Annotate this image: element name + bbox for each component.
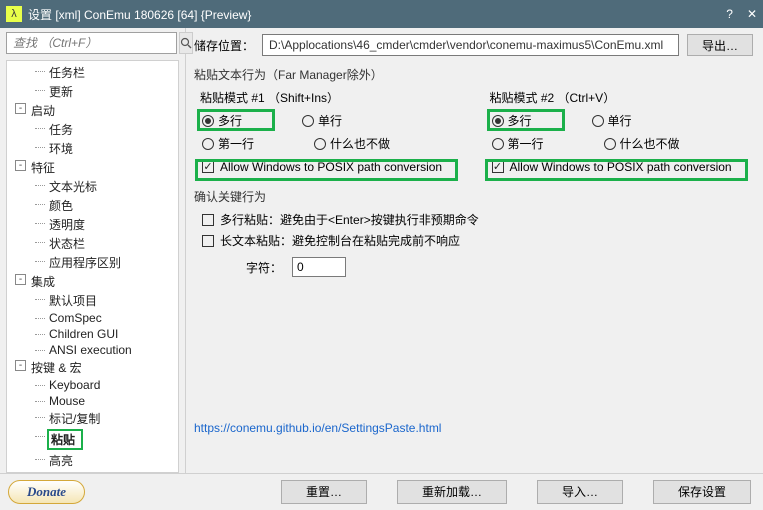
mode1-single-radio[interactable]: 单行	[302, 112, 342, 129]
mode2-single-radio[interactable]: 单行	[592, 112, 632, 129]
tree-item[interactable]: -启动	[7, 101, 178, 120]
tree-item[interactable]: 更新	[7, 82, 178, 101]
tree-expander[interactable]: -	[15, 360, 26, 371]
tree-item[interactable]: 环境	[7, 139, 178, 158]
tree-item[interactable]: Children GUI	[7, 326, 178, 342]
tree-expander[interactable]: -	[15, 274, 26, 285]
app-icon: λ	[6, 6, 22, 22]
tree-item-label: 任务	[49, 123, 73, 137]
titlebar: λ 设置 [xml] ConEmu 180626 [64] {Preview} …	[0, 0, 763, 28]
tree-item[interactable]: 默认项目	[7, 291, 178, 310]
tree-item[interactable]: -按键 & 宏	[7, 358, 178, 377]
tree-expander[interactable]: -	[15, 160, 26, 171]
tree-item-label: 环境	[49, 142, 73, 156]
window-title: 设置 [xml] ConEmu 180626 [64] {Preview}	[28, 6, 251, 23]
tree-item[interactable]: 任务	[7, 120, 178, 139]
tree-item[interactable]: 高亮	[7, 451, 178, 470]
mode1-title: 粘贴模式 #1 （Shift+Ins）	[200, 89, 466, 106]
confirm-title: 确认关键行为	[194, 188, 755, 205]
tree-item-label: 集成	[31, 275, 55, 289]
tree-item-label: 粘贴	[47, 429, 83, 450]
tree-item-label: ComSpec	[49, 311, 102, 325]
tree-item-label: Children GUI	[49, 327, 118, 341]
tree-item[interactable]: ANSI execution	[7, 342, 178, 358]
mode2-posix-checkbox[interactable]: Allow Windows to POSIX path conversion	[492, 160, 756, 174]
settings-tree[interactable]: 任务栏更新-启动任务环境-特征文本光标颜色透明度状态栏应用程序区别-集成默认项目…	[6, 60, 179, 473]
close-button[interactable]: ✕	[747, 7, 757, 21]
tree-item[interactable]: 粘贴	[7, 428, 178, 451]
tree-item[interactable]: Keyboard	[7, 377, 178, 393]
mode2-title: 粘贴模式 #2 （Ctrl+V）	[490, 89, 756, 106]
tree-expander[interactable]: -	[15, 103, 26, 114]
mode1-multi-radio[interactable]: 多行	[202, 112, 242, 129]
tree-item[interactable]: -集成	[7, 272, 178, 291]
search-input[interactable]	[6, 32, 177, 54]
storage-label: 储存位置：	[194, 37, 254, 54]
confirm-long-checkbox[interactable]: 长文本粘贴：避免控制台在粘贴完成前不响应	[202, 232, 755, 249]
mode1-posix-checkbox[interactable]: Allow Windows to POSIX path conversion	[202, 160, 466, 174]
import-button[interactable]: 导入…	[537, 480, 623, 504]
help-button[interactable]: ?	[726, 7, 733, 21]
chars-label: 字符：	[246, 259, 282, 276]
tree-item-label: 颜色	[49, 199, 73, 213]
main-panel: 储存位置： 导出… 粘贴文本行为（Far Manager除外） 粘贴模式 #1 …	[186, 28, 763, 473]
mode1-first-radio[interactable]: 第一行	[202, 135, 254, 152]
tree-item-label: Far Manager	[31, 471, 100, 473]
mode2-first-radio[interactable]: 第一行	[492, 135, 544, 152]
mode1-nothing-radio[interactable]: 什么也不做	[314, 135, 390, 152]
tree-item-label: 应用程序区别	[49, 256, 121, 270]
reload-button[interactable]: 重新加载…	[397, 480, 507, 504]
tree-item-label: 透明度	[49, 218, 85, 232]
mode2-multi-radio[interactable]: 多行	[492, 112, 532, 129]
tree-item-label: 启动	[31, 104, 55, 118]
confirm-group: 确认关键行为 多行粘贴：避免由于<Enter>按键执行非预期命令 长文本粘贴：避…	[192, 188, 755, 277]
tree-expander[interactable]: -	[15, 472, 26, 473]
save-button[interactable]: 保存设置	[653, 480, 751, 504]
donate-button[interactable]: Donate	[8, 480, 85, 504]
footer: Donate 重置… 重新加载… 导入… 保存设置	[0, 473, 763, 509]
tree-item[interactable]: 标记/复制	[7, 409, 178, 428]
tree-item[interactable]: - Far Manager	[7, 470, 178, 473]
tree-item[interactable]: 透明度	[7, 215, 178, 234]
paste-mode-2: 粘贴模式 #2 （Ctrl+V） 多行 单行 第一行 什么也不做 Allow W…	[482, 89, 756, 174]
tree-item[interactable]: 任务栏	[7, 63, 178, 82]
paste-mode-1: 粘贴模式 #1 （Shift+Ins） 多行 单行 第一行 什么也不做 Allo…	[192, 89, 466, 174]
tree-item-label: Mouse	[49, 394, 85, 408]
tree-item-label: 标记/复制	[49, 412, 100, 426]
mode2-nothing-radio[interactable]: 什么也不做	[604, 135, 680, 152]
tree-item-label: 文本光标	[49, 180, 97, 194]
tree-item[interactable]: 状态栏	[7, 234, 178, 253]
tree-item-label: 任务栏	[49, 66, 85, 80]
tree-item[interactable]: 应用程序区别	[7, 253, 178, 272]
tree-item[interactable]: Mouse	[7, 393, 178, 409]
export-button[interactable]: 导出…	[687, 34, 753, 56]
tree-item-label: 默认项目	[49, 294, 97, 308]
confirm-multi-checkbox[interactable]: 多行粘贴：避免由于<Enter>按键执行非预期命令	[202, 211, 755, 228]
tree-item-label: Keyboard	[49, 378, 100, 392]
reset-button[interactable]: 重置…	[281, 480, 367, 504]
sidebar: 任务栏更新-启动任务环境-特征文本光标颜色透明度状态栏应用程序区别-集成默认项目…	[0, 28, 186, 473]
tree-item-label: 状态栏	[49, 237, 85, 251]
paste-group-title: 粘贴文本行为（Far Manager除外）	[194, 66, 755, 83]
tree-item[interactable]: 文本光标	[7, 177, 178, 196]
tree-item[interactable]: 颜色	[7, 196, 178, 215]
tree-item-label: 按键 & 宏	[31, 361, 82, 375]
storage-path-input[interactable]	[262, 34, 679, 56]
tree-item-label: 特征	[31, 161, 55, 175]
tree-item-label: 高亮	[49, 454, 73, 468]
tree-item[interactable]: ComSpec	[7, 310, 178, 326]
tree-item[interactable]: -特征	[7, 158, 178, 177]
tree-item-label: 更新	[49, 85, 73, 99]
help-link[interactable]: https://conemu.github.io/en/SettingsPast…	[194, 421, 441, 435]
chars-input[interactable]	[292, 257, 346, 277]
tree-item-label: ANSI execution	[49, 343, 132, 357]
